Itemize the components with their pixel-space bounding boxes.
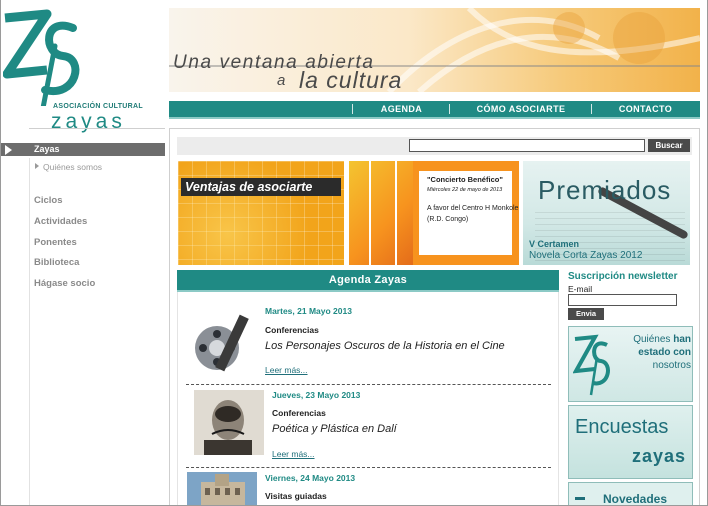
promo-subtitle: V Certamen xyxy=(529,239,580,249)
event-title[interactable]: Poética y Plástica en Dalí xyxy=(272,423,397,435)
event-date: Jueves, 23 Mayo 2013 xyxy=(272,390,361,400)
event-category: Visitas guiadas xyxy=(265,491,327,501)
box-subtitle: zayas xyxy=(631,446,686,466)
promo-label: Ventajas de asociarte xyxy=(185,180,313,194)
event-category: Conferencias xyxy=(265,325,319,335)
search-input[interactable] xyxy=(409,139,645,152)
sidebar-item-ciclos[interactable]: Ciclos xyxy=(34,195,63,206)
event-title[interactable]: Los Personajes Oscuros de la Historia en… xyxy=(265,340,505,352)
box-text-line3: nosotros xyxy=(652,360,691,371)
arrow-right-icon xyxy=(5,145,12,155)
box-text-line1b: han xyxy=(673,334,691,345)
box-title: Encuestas xyxy=(575,416,669,438)
film-reel-icon xyxy=(187,306,257,376)
logo-subtitle: ASOCIACIÓN CULTURAL xyxy=(53,103,143,110)
promo-strip: Ventajas de asociarte xyxy=(181,178,341,196)
agenda-title: Agenda Zayas xyxy=(177,270,559,290)
read-more-link[interactable]: Leer más... xyxy=(272,449,315,459)
nav-separator xyxy=(591,104,592,114)
event-divider xyxy=(186,467,551,468)
sidebar-item-ponentes[interactable]: Ponentes xyxy=(34,237,77,248)
promo-ventajas-asociarte[interactable]: Ventajas de asociarte xyxy=(178,161,344,265)
sidebar-subitem-quienes-somos[interactable]: Quiénes somos xyxy=(35,162,102,172)
sidebar-item-zayas[interactable]: Zayas xyxy=(1,143,165,156)
film-reel-art xyxy=(169,8,700,92)
nav-underline xyxy=(169,117,700,119)
banner-line2-big: la cultura xyxy=(299,67,403,92)
zys-logo-mark xyxy=(3,9,80,106)
minus-icon xyxy=(575,497,585,500)
portrait-image xyxy=(194,390,264,455)
promo-text: A favor del Centro H Monkole (R.D. Congo… xyxy=(427,205,519,223)
promo-art xyxy=(349,161,413,265)
nav-agenda[interactable]: AGENDA xyxy=(354,101,449,117)
event-thumbnail[interactable] xyxy=(187,306,257,376)
promo-title: Premiados xyxy=(538,175,672,205)
promo-shade xyxy=(178,161,344,265)
nav-separator xyxy=(449,104,450,114)
promo-subtitle-2: Novela Corta Zayas 2012 xyxy=(529,250,643,261)
nav-separator xyxy=(352,104,353,114)
logo[interactable]: ASOCIACIÓN CULTURAL zayas xyxy=(3,6,163,133)
arrow-right-icon xyxy=(35,163,39,169)
sidebar-top-rule xyxy=(29,128,165,129)
sidebar-item-label: Zayas xyxy=(34,144,60,154)
page-frame: ASOCIACIÓN CULTURAL zayas Una ventana ab… xyxy=(0,0,708,506)
read-more-link[interactable]: Leer más... xyxy=(265,365,308,375)
event-category: Conferencias xyxy=(272,408,326,418)
encuestas-box[interactable]: Encuestas zayas xyxy=(568,405,693,479)
email-label: E-mail xyxy=(568,284,593,294)
sidebar-item-actividades[interactable]: Actividades xyxy=(34,216,87,227)
event-date: Martes, 21 Mayo 2013 xyxy=(265,306,352,316)
sidebar: Zayas Quiénes somos Ciclos Actividades P… xyxy=(1,128,165,505)
sidebar-subitem-label: Quiénes somos xyxy=(43,162,103,172)
banner-line2-small: a xyxy=(277,72,286,89)
novedades-box[interactable]: Novedades xyxy=(568,482,693,506)
event-divider xyxy=(186,384,551,385)
nav-como-asociarte[interactable]: CÓMO ASOCIARTE xyxy=(451,101,591,117)
sidebar-item-biblioteca[interactable]: Biblioteca xyxy=(34,257,79,268)
promo-premiados[interactable]: Premiados V Certamen Novela Corta Zayas … xyxy=(523,161,690,265)
promo-concierto-benefico[interactable]: "Concierto Benéfico" Miércoles 22 de may… xyxy=(349,161,519,265)
box-text: Quiénes han estado con nosotros xyxy=(617,333,691,372)
zys-logo-mark xyxy=(573,334,610,396)
search-button[interactable]: Buscar xyxy=(648,139,690,152)
quienes-han-estado-box[interactable]: Quiénes han estado con nosotros xyxy=(568,326,693,402)
box-text-line1a: Quiénes xyxy=(633,334,671,345)
event-date: Viernes, 24 Mayo 2013 xyxy=(265,473,356,483)
building-image xyxy=(187,472,257,505)
newsletter-submit-button[interactable]: Envia xyxy=(568,308,604,320)
top-nav: AGENDA CÓMO ASOCIARTE CONTACTO xyxy=(169,101,700,117)
sidebar-rule xyxy=(29,158,30,505)
box-title: Novedades xyxy=(603,492,668,506)
sidebar-item-hagase-socio[interactable]: Hágase socio xyxy=(34,278,95,289)
nav-contacto[interactable]: CONTACTO xyxy=(593,101,698,117)
event-thumbnail[interactable] xyxy=(194,390,264,455)
email-field[interactable] xyxy=(568,294,677,306)
event-thumbnail[interactable] xyxy=(187,472,257,505)
promo-date: Miércoles 22 de mayo de 2013 xyxy=(427,187,503,193)
header-banner: Una ventana abierta a la cultura xyxy=(169,8,700,92)
promo-stripe xyxy=(369,161,397,265)
newsletter-title: Suscripción newsletter xyxy=(568,271,678,282)
promo-title: "Concierto Benéfico" xyxy=(427,175,503,184)
box-text-line2: estado con xyxy=(638,347,691,358)
